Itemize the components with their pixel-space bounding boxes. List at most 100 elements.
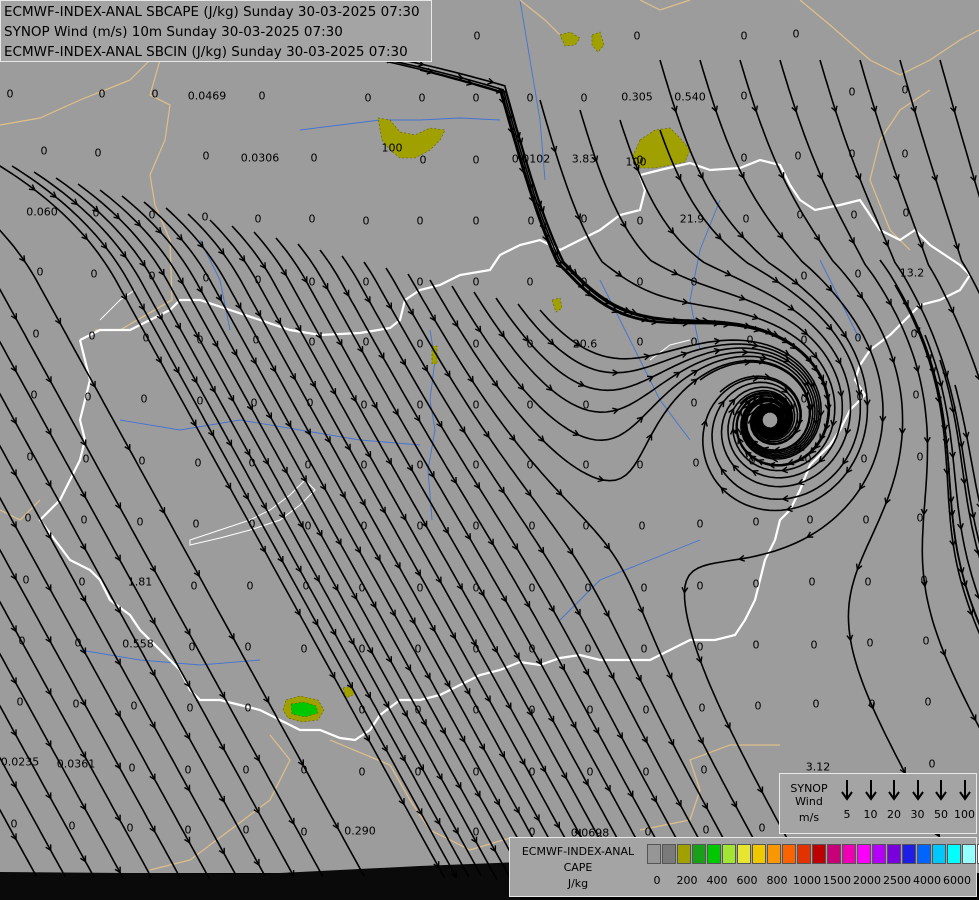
cape-tick-label: 200 [676, 874, 698, 887]
cape-legend-title-line2: CAPE [563, 861, 593, 874]
cape-tick-label: 6000 [943, 874, 971, 887]
cape-color-swatch [722, 844, 736, 864]
wind-streamline [0, 808, 37, 877]
cape-legend-unit: J/kg [567, 877, 589, 890]
station-value: 0 [252, 333, 260, 347]
station-value: 0 [636, 214, 644, 228]
station-value: 0 [901, 83, 909, 97]
station-value: 0 [88, 329, 96, 343]
station-value: 1.81 [127, 575, 153, 589]
wind-streamlines-layer [0, 39, 979, 881]
cape-tick-label: 600 [736, 874, 758, 887]
station-value: 0 [364, 91, 372, 105]
cape-color-swatch [707, 844, 721, 864]
station-value: 0 [580, 212, 588, 226]
station-value: 0 [302, 579, 310, 593]
wind-legend: SYNOP Wind m/s 5 10 20 30 50 100 [779, 773, 977, 834]
station-value: 0 [186, 701, 194, 715]
station-value: 0 [250, 396, 258, 410]
wind-streamline [819, 59, 979, 545]
cape-color-scale [647, 844, 979, 864]
wind-streamline [0, 392, 266, 876]
station-value: 0 [754, 699, 762, 713]
wind-speed-label: 30 [910, 808, 925, 821]
station-value: 0 [40, 144, 48, 158]
station-value: 0 [242, 763, 250, 777]
station-value: 0 [868, 697, 876, 711]
cape-color-swatch [902, 844, 916, 864]
station-value: 0 [10, 817, 18, 831]
cape-color-swatch [767, 844, 781, 864]
station-value: 0 [72, 697, 80, 711]
station-value: 0 [794, 149, 802, 163]
wind-speed-label: 10 [863, 808, 878, 821]
station-value: 0 [248, 517, 256, 531]
station-value: 0 [472, 214, 480, 228]
station-value: 0 [310, 151, 318, 165]
station-value: 0 [848, 147, 856, 161]
wind-speed-label: 20 [887, 808, 901, 821]
cape-legend-title-line1: ECMWF-INDEX-ANAL [521, 845, 635, 858]
station-value: 0.305 [621, 90, 653, 104]
wind-streamline [407, 273, 775, 877]
station-value: 0 [633, 29, 641, 43]
station-value: 0.290 [344, 824, 376, 838]
station-value: 0 [800, 269, 808, 283]
arrow-down-icon [935, 780, 947, 801]
cape-color-swatch [782, 844, 796, 864]
station-value: 0 [94, 146, 102, 160]
station-value: 0 [78, 575, 86, 589]
station-value: 0.0102 [511, 152, 551, 166]
station-value: 13.2 [899, 266, 925, 280]
wind-legend-title: SYNOP Wind m/s [782, 782, 836, 824]
station-value: 0 [528, 703, 536, 717]
station-value: 0 [304, 519, 312, 533]
station-value: 0 [148, 269, 156, 283]
station-value: 0 [196, 394, 204, 408]
station-value: 0 [526, 337, 534, 351]
station-value: 0 [636, 458, 644, 472]
station-value: 0 [254, 273, 262, 287]
station-value: 0 [151, 87, 159, 101]
station-value: 0 [184, 763, 192, 777]
station-value: 0 [804, 452, 812, 466]
station-value: 0 [84, 390, 92, 404]
wind-streamline [924, 334, 979, 600]
station-value: 0 [636, 275, 644, 289]
station-value: 0 [528, 765, 536, 779]
station-value: 0 [854, 267, 862, 281]
wind-legend-item: 30 [907, 778, 929, 821]
station-value: 0 [922, 634, 930, 648]
station-value: 0 [472, 581, 480, 595]
station-value: 0 [246, 579, 254, 593]
station-value: 0 [796, 208, 804, 222]
arrow-down-icon [864, 780, 877, 801]
station-value: 0 [98, 87, 106, 101]
station-value: 0 [527, 214, 535, 228]
wind-streamline [319, 249, 677, 877]
cape-scale-labels: 0 200 400 600 800 1000 1500 2000 2500 4000 6000 [647, 874, 977, 890]
station-value: 0 [920, 573, 928, 587]
station-value: 0 [744, 394, 752, 408]
station-value: 0 [416, 458, 424, 472]
cape-color-swatch [917, 844, 931, 864]
wind-streamline [187, 213, 572, 879]
station-value: 0 [912, 388, 920, 402]
station-value: 0 [36, 265, 44, 279]
station-value: 21.9 [679, 212, 705, 226]
cape-color-swatch [812, 844, 826, 864]
station-value: 0 [472, 398, 480, 412]
station-value: 100 [381, 141, 403, 155]
station-value: 0 [800, 333, 808, 347]
wind-streamline [899, 59, 979, 295]
cape-legend-title: ECMWF-INDEX-ANAL CAPE J/kg [514, 844, 642, 892]
cape-tick-label: 1000 [793, 874, 821, 887]
station-value: 0 [304, 458, 312, 472]
station-value: 0.0361 [56, 757, 96, 771]
station-value: 0 [130, 699, 138, 713]
wind-streamline [121, 195, 524, 876]
wind-streamline [0, 444, 237, 876]
station-value: 0 [30, 388, 38, 402]
station-value: 0 [928, 757, 936, 771]
station-value: 0 [32, 327, 40, 341]
